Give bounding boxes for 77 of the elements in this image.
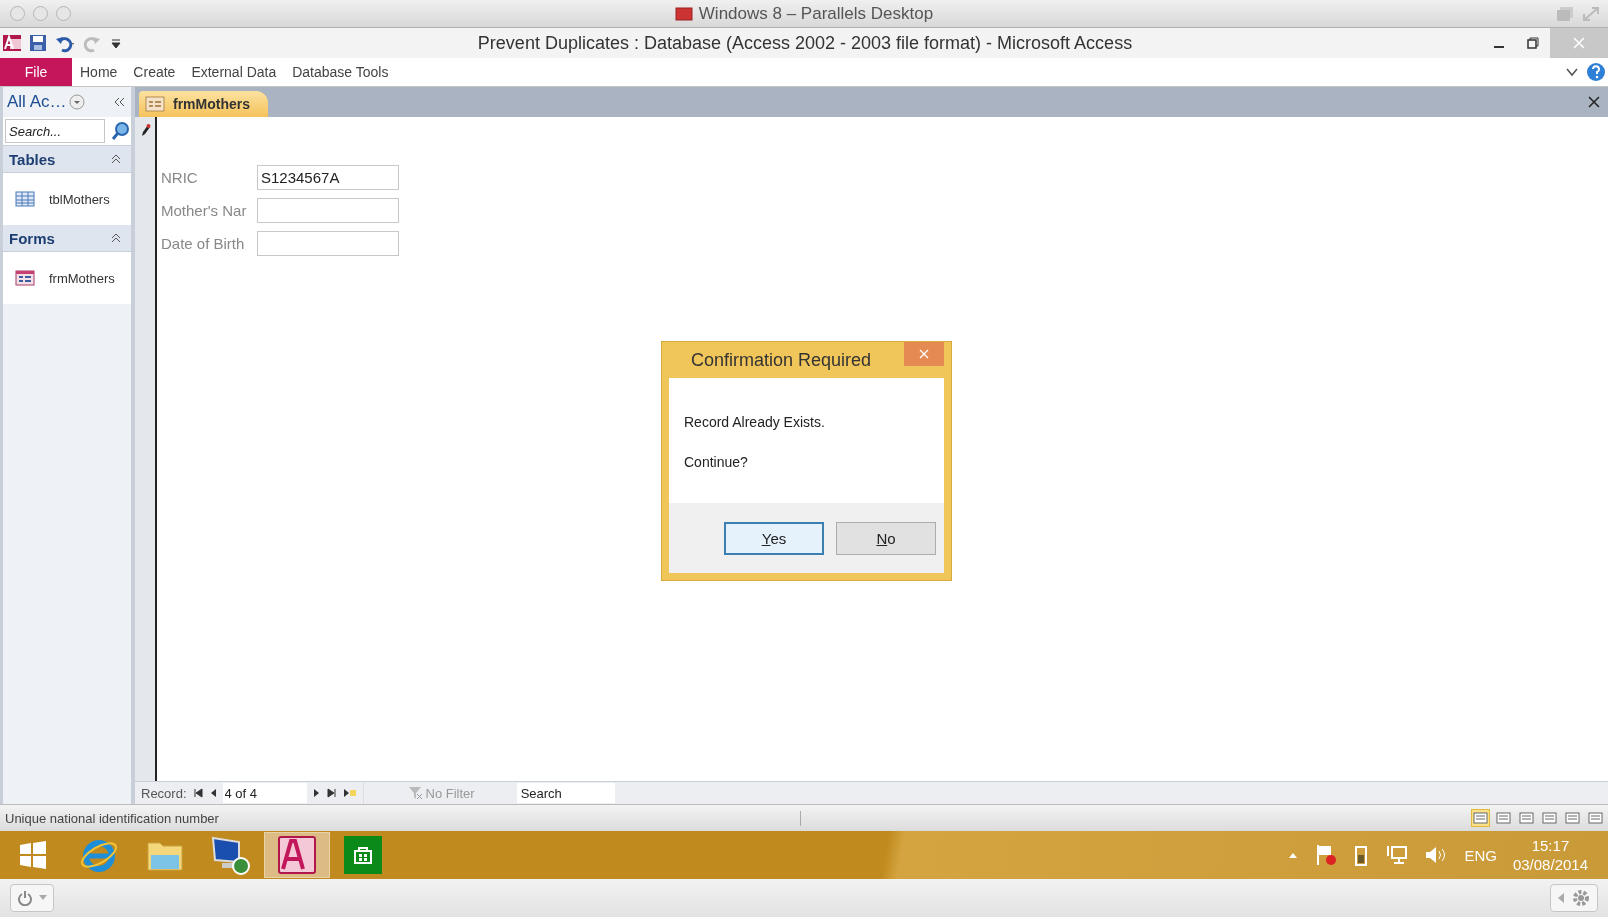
dialog-close-button[interactable] bbox=[904, 342, 944, 366]
field-label: Mother's Nar bbox=[161, 202, 248, 219]
layout-view-icon[interactable] bbox=[1564, 810, 1581, 826]
ribbon-tab[interactable]: Database Tools bbox=[284, 58, 397, 86]
monitor-icon bbox=[210, 835, 252, 875]
nav-item[interactable]: tblMothers bbox=[47, 189, 112, 209]
table-icon bbox=[15, 191, 35, 207]
field-label: Date of Birth bbox=[161, 235, 246, 252]
nav-group-label: Forms bbox=[9, 229, 55, 247]
power-button[interactable] bbox=[10, 884, 54, 912]
ribbon-tab[interactable]: Create bbox=[125, 58, 184, 86]
form-icon bbox=[15, 270, 35, 286]
datasheet-view-icon[interactable] bbox=[1495, 810, 1512, 826]
caret-icon bbox=[39, 895, 47, 901]
first-record-icon[interactable] bbox=[192, 788, 203, 798]
minimize-icon bbox=[1494, 46, 1504, 48]
nav-group-header[interactable]: Tables bbox=[3, 146, 131, 173]
help-icon[interactable] bbox=[1586, 62, 1606, 82]
design-view-icon[interactable] bbox=[1587, 810, 1604, 826]
caret-left-icon bbox=[1557, 893, 1565, 903]
window-title: Prevent Duplicates : Database (Access 2002 - 2003 file format) - Microsoft Access bbox=[476, 32, 1134, 54]
app-icon bbox=[674, 6, 693, 21]
nav-group-header[interactable]: Forms bbox=[3, 225, 131, 252]
input-field[interactable] bbox=[257, 198, 399, 223]
next-record-icon[interactable] bbox=[312, 788, 321, 798]
field-label: NRIC bbox=[161, 169, 199, 186]
battery-icon[interactable] bbox=[1354, 844, 1369, 866]
close-icon bbox=[1573, 37, 1585, 49]
show-hidden-icons-icon[interactable] bbox=[1288, 851, 1299, 859]
windows-overlay-icon[interactable] bbox=[1556, 5, 1574, 22]
dropdown-icon[interactable] bbox=[68, 94, 85, 110]
network-icon[interactable] bbox=[1384, 844, 1409, 866]
taskbar-app[interactable] bbox=[264, 832, 330, 878]
restore-icon bbox=[1527, 37, 1539, 49]
new-record-icon[interactable] bbox=[342, 788, 357, 798]
store-icon bbox=[344, 836, 382, 874]
document-tab[interactable]: frmMothers bbox=[139, 91, 268, 117]
collapse-chevron-icon[interactable] bbox=[111, 233, 121, 243]
fullscreen-icon[interactable] bbox=[1582, 5, 1600, 22]
save-icon[interactable] bbox=[28, 33, 48, 53]
input-field[interactable] bbox=[257, 231, 399, 256]
access-logo-icon[interactable] bbox=[2, 33, 22, 53]
host-window-title: Windows 8 – Parallels Desktop bbox=[674, 3, 934, 24]
nav-item[interactable]: frmMothers bbox=[47, 268, 117, 288]
status-text: Unique national identification number bbox=[0, 810, 801, 826]
search-icon[interactable] bbox=[111, 121, 131, 141]
form-icon bbox=[145, 96, 165, 112]
dialog-title: Confirmation Required bbox=[691, 349, 872, 371]
pivot-chart-icon[interactable] bbox=[1541, 810, 1558, 826]
expand-ribbon-icon[interactable] bbox=[1566, 67, 1578, 77]
record-label: Record: bbox=[141, 785, 187, 801]
record-position-field[interactable]: 4 of 4 bbox=[222, 783, 307, 803]
collapse-pane-icon[interactable] bbox=[113, 97, 125, 107]
flag-icon[interactable] bbox=[1314, 843, 1339, 867]
dialog-message: Continue? bbox=[684, 454, 749, 470]
search-field[interactable]: Search... bbox=[5, 119, 105, 143]
dialog-message: Record Already Exists. bbox=[684, 414, 826, 430]
file-tab[interactable]: File bbox=[0, 58, 72, 86]
last-record-icon[interactable] bbox=[326, 788, 337, 798]
ribbon-tab[interactable]: Home bbox=[72, 58, 126, 86]
input-field[interactable]: S1234567A bbox=[257, 165, 399, 190]
form-view-icon[interactable] bbox=[1472, 810, 1489, 826]
dialog-button[interactable]: No bbox=[836, 521, 936, 555]
windows-logo-icon bbox=[19, 841, 47, 869]
collapse-chevron-icon[interactable] bbox=[111, 154, 121, 164]
power-icon bbox=[17, 890, 33, 906]
settings-icon bbox=[1571, 888, 1591, 908]
settings-button[interactable] bbox=[1550, 884, 1598, 912]
close-icon bbox=[919, 349, 929, 359]
access-logo-icon bbox=[277, 835, 317, 875]
ribbon-tab[interactable]: External Data bbox=[183, 58, 285, 86]
pivot-table-icon[interactable] bbox=[1518, 810, 1535, 826]
pencil-icon bbox=[139, 123, 151, 137]
nav-group-label: Tables bbox=[9, 150, 56, 168]
dialog-button[interactable]: Yes bbox=[724, 521, 824, 555]
record-search-field[interactable]: Search bbox=[516, 783, 615, 803]
filter-icon bbox=[407, 786, 424, 800]
